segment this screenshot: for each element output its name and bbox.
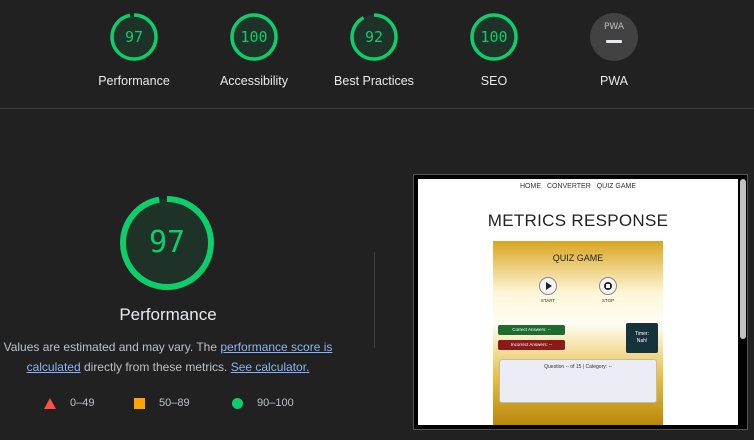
start-label: START xyxy=(540,298,556,303)
gauge-pwa[interactable]: PWA PWA xyxy=(554,12,674,88)
incorrect-answers: Incorrect Answers: -- xyxy=(498,340,565,350)
nav-quiz-game: QUIZ GAME xyxy=(596,183,636,190)
pwa-dash-icon xyxy=(606,40,622,43)
gauge-label: SEO xyxy=(480,74,508,88)
gauge-performance[interactable]: 97 Performance xyxy=(74,12,194,88)
performance-description: Values are estimated and may vary. The p… xyxy=(0,337,336,377)
performance-gauge: 97 xyxy=(118,194,216,292)
gauge-score: 100 xyxy=(240,28,268,46)
timer-box: Timer: Nah! xyxy=(626,323,658,353)
gauge-score: 97 xyxy=(124,28,144,46)
pwa-badge-icon: PWA xyxy=(590,13,638,61)
gauge-label: PWA xyxy=(599,74,628,88)
start-control: START xyxy=(533,277,563,303)
nav-home: HOME xyxy=(519,183,541,190)
screenshot-scrollbar xyxy=(740,179,746,339)
legend-range: 50–89 xyxy=(159,397,190,409)
site-headline: METRICS RESPONSE xyxy=(487,211,669,230)
stop-label: STOP xyxy=(601,298,615,303)
see-calculator-link[interactable]: See calculator. xyxy=(231,360,310,374)
pwa-badge-text: PWA xyxy=(604,22,624,32)
stop-icon xyxy=(599,277,617,295)
gauge-seo[interactable]: 100 SEO xyxy=(434,12,554,88)
gauge-label: Accessibility xyxy=(219,74,289,88)
description-text: Values are estimated and may vary. The xyxy=(3,340,221,354)
performance-title: Performance xyxy=(119,305,217,324)
legend-average: 50–89 xyxy=(134,397,190,409)
question-box: Question -- of 15 | Category: -- xyxy=(499,359,657,403)
gauge-score: 100 xyxy=(480,28,508,46)
legend-pass: 90–100 xyxy=(232,397,294,409)
gauge-label: Performance xyxy=(98,74,170,88)
timer-label: Timer: xyxy=(635,331,649,337)
gauge-best-practices[interactable]: 92 Best Practices xyxy=(314,12,434,88)
gauge-score: 92 xyxy=(364,28,384,46)
performance-score: 97 xyxy=(148,225,186,260)
site-nav: HOME CONVERTER QUIZ GAME xyxy=(418,183,738,190)
square-icon xyxy=(134,397,145,409)
legend-fail: 0–49 xyxy=(44,397,94,409)
gauge-label: Best Practices xyxy=(334,74,414,88)
divider xyxy=(374,252,375,348)
stop-control: STOP xyxy=(593,277,623,303)
score-summary: 97 Performance 100 Accessibility 92 Best… xyxy=(0,0,754,109)
correct-answers: Correct Answers: -- xyxy=(498,325,565,335)
legend-range: 90–100 xyxy=(257,397,294,409)
play-icon xyxy=(539,277,557,295)
screenshot-page: HOME CONVERTER QUIZ GAME METRICS RESPONS… xyxy=(418,179,738,425)
quiz-title: QUIZ GAME xyxy=(552,253,604,263)
timer-value: Nah! xyxy=(636,338,648,344)
triangle-icon xyxy=(44,397,56,409)
final-screenshot[interactable]: HOME CONVERTER QUIZ GAME METRICS RESPONS… xyxy=(413,174,748,430)
gauge-accessibility[interactable]: 100 Accessibility xyxy=(194,12,314,88)
legend-range: 0–49 xyxy=(70,397,95,409)
quiz-card: QUIZ GAME START STOP Correct Answers: --… xyxy=(493,241,663,425)
description-text: directly from these metrics. xyxy=(80,360,231,374)
circle-icon xyxy=(232,397,243,409)
nav-converter: CONVERTER xyxy=(546,183,591,190)
